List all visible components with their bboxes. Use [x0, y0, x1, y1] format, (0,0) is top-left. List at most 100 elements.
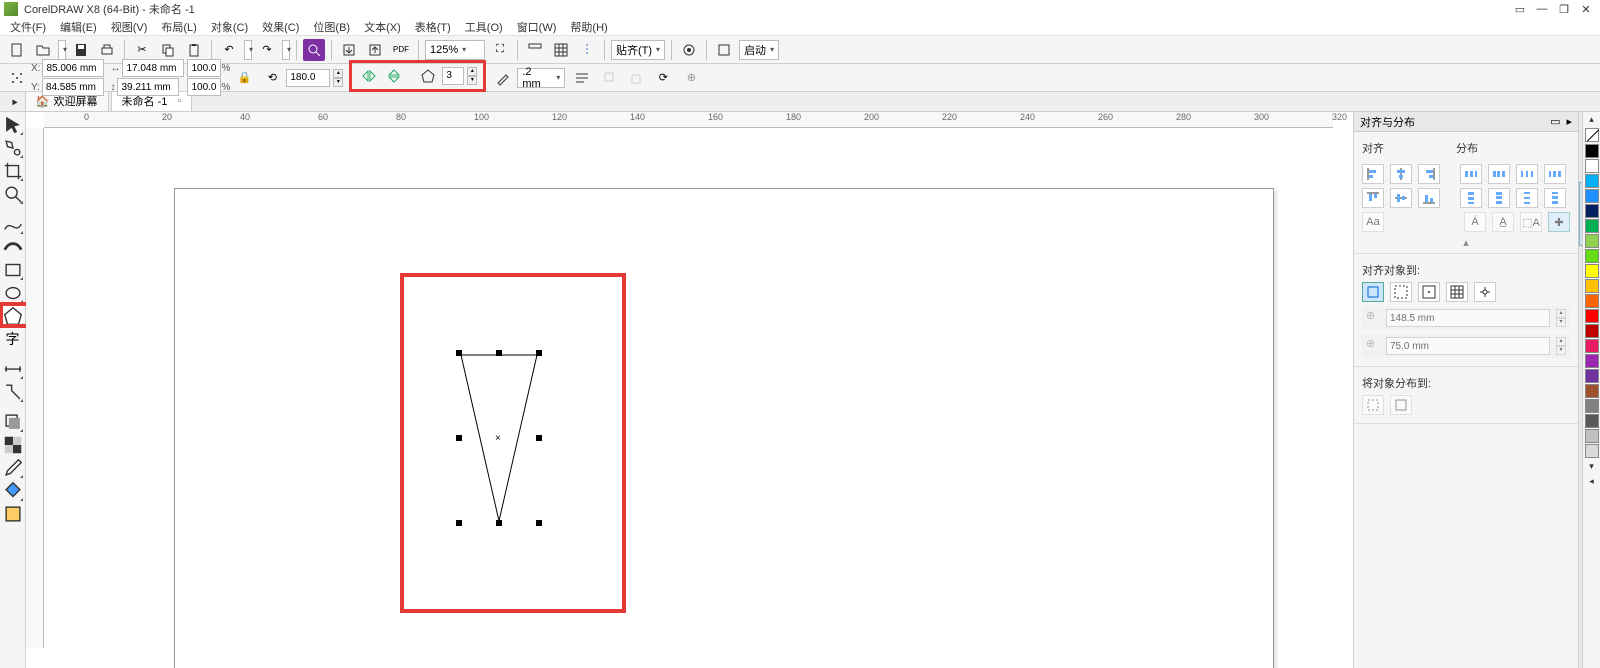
scale-y-field[interactable] — [187, 78, 221, 96]
text-tool[interactable]: 字 — [2, 328, 24, 350]
color-swatch[interactable] — [1585, 189, 1599, 203]
options-button[interactable] — [678, 39, 700, 61]
align-x-field[interactable] — [1386, 309, 1550, 327]
minimize-button[interactable]: — — [1532, 2, 1552, 16]
wrap-text-button[interactable] — [571, 67, 593, 89]
color-swatch[interactable] — [1585, 429, 1599, 443]
text-outline-button[interactable]: A̲ — [1492, 212, 1514, 232]
undo-button[interactable]: ↶ — [218, 39, 240, 61]
search-content-button[interactable] — [303, 39, 325, 61]
back-of-layer-button[interactable] — [624, 67, 646, 89]
artistic-media-tool[interactable] — [2, 236, 24, 258]
dist-left-button[interactable] — [1460, 164, 1482, 184]
horizontal-ruler[interactable]: 0204060801001201401601802002202402602803… — [44, 112, 1333, 128]
import-button[interactable] — [338, 39, 360, 61]
dist-spacing-v-button[interactable] — [1516, 188, 1538, 208]
front-of-layer-button[interactable] — [599, 67, 621, 89]
dist-to-selection-button[interactable] — [1362, 395, 1384, 415]
drop-shadow-tool[interactable] — [2, 411, 24, 433]
rectangle-tool[interactable] — [2, 259, 24, 281]
sides-spinner[interactable]: ▴▾ — [467, 67, 477, 85]
align-to-grid-button[interactable] — [1446, 282, 1468, 302]
dist-center-v-button[interactable] — [1488, 188, 1510, 208]
align-bottom-button[interactable] — [1418, 188, 1440, 208]
zoom-tool[interactable] — [2, 183, 24, 205]
align-to-page-center-button[interactable] — [1418, 282, 1440, 302]
color-swatch[interactable] — [1585, 354, 1599, 368]
shape-tool[interactable] — [2, 137, 24, 159]
text-align-button-1[interactable]: Aa — [1362, 212, 1384, 232]
docker-expand-icon[interactable]: ▭ — [1550, 115, 1560, 128]
color-swatch[interactable] — [1585, 399, 1599, 413]
align-top-button[interactable] — [1362, 188, 1384, 208]
menu-view[interactable]: 视图(V) — [105, 19, 154, 35]
mirror-horizontal-button[interactable] — [358, 65, 380, 87]
text-baseline-button[interactable]: Ȧ — [1464, 212, 1486, 232]
show-rulers-button[interactable] — [524, 39, 546, 61]
color-swatch[interactable] — [1585, 324, 1599, 338]
tab-close-icon[interactable]: ▫ — [177, 95, 181, 107]
color-swatch[interactable] — [1585, 144, 1599, 158]
zoom-level-dropdown[interactable]: 125%▾ — [425, 40, 485, 60]
color-swatch[interactable] — [1585, 204, 1599, 218]
dist-spacing-h-button[interactable] — [1516, 164, 1538, 184]
color-swatch[interactable] — [1585, 219, 1599, 233]
dist-to-page-button[interactable] — [1390, 395, 1412, 415]
color-swatch[interactable] — [1585, 444, 1599, 458]
interactive-fill-tool[interactable] — [2, 480, 24, 502]
color-swatch[interactable] — [1585, 339, 1599, 353]
cut-button[interactable]: ✂ — [131, 39, 153, 61]
align-y-field[interactable] — [1386, 337, 1550, 355]
dimension-tool[interactable] — [2, 358, 24, 380]
show-guidelines-button[interactable] — [576, 39, 598, 61]
full-screen-button[interactable]: ⛶ — [489, 39, 511, 61]
menu-object[interactable]: 对象(C) — [205, 19, 254, 35]
copy-button[interactable] — [157, 39, 179, 61]
color-swatch[interactable] — [1585, 234, 1599, 248]
menu-tools[interactable]: 工具(O) — [459, 19, 509, 35]
rotation-field[interactable] — [286, 69, 330, 87]
color-swatch[interactable] — [1585, 414, 1599, 428]
menu-layout[interactable]: 布局(L) — [155, 19, 202, 35]
launch-dropdown[interactable]: 启动▾ — [739, 40, 779, 60]
width-field[interactable] — [122, 59, 184, 77]
print-button[interactable] — [96, 39, 118, 61]
dist-center-h-button[interactable] — [1488, 164, 1510, 184]
mirror-vertical-button[interactable] — [383, 65, 405, 87]
align-center-v-button[interactable] — [1390, 188, 1412, 208]
quick-customize-button[interactable]: ⊕ — [680, 67, 702, 89]
freehand-tool[interactable] — [2, 213, 24, 235]
align-center-h-button[interactable] — [1390, 164, 1412, 184]
y-position-field[interactable] — [42, 78, 104, 96]
vertical-ruler[interactable] — [26, 128, 44, 648]
snap-dropdown[interactable]: 贴齐(T)▾ — [611, 40, 665, 60]
color-swatch[interactable] — [1585, 159, 1599, 173]
drawing-canvas[interactable]: × — [44, 128, 1333, 648]
docker-title-bar[interactable]: 对齐与分布 ▭▸ — [1354, 112, 1578, 132]
menu-bitmap[interactable]: 位图(B) — [307, 19, 356, 35]
export-button[interactable] — [364, 39, 386, 61]
convert-to-curves-button[interactable]: ⟳ — [652, 67, 674, 89]
menu-table[interactable]: 表格(T) — [409, 19, 457, 35]
color-swatch[interactable] — [1585, 369, 1599, 383]
dist-bottom-button[interactable] — [1544, 188, 1566, 208]
align-left-button[interactable] — [1362, 164, 1384, 184]
close-button[interactable]: ✕ — [1576, 2, 1596, 16]
menu-help[interactable]: 帮助(H) — [564, 19, 613, 35]
home-icon[interactable]: ⯈ — [4, 98, 25, 111]
app-launcher-icon[interactable] — [713, 39, 735, 61]
redo-button[interactable]: ↷ — [256, 39, 278, 61]
connector-tool[interactable] — [2, 381, 24, 403]
redo-dropdown[interactable]: ▾ — [282, 40, 290, 60]
color-swatch[interactable] — [1585, 174, 1599, 188]
undo-dropdown[interactable]: ▾ — [244, 40, 252, 60]
color-swatch[interactable] — [1585, 249, 1599, 263]
selected-polygon[interactable]: × — [459, 353, 539, 523]
menu-file[interactable]: 文件(F) — [4, 19, 52, 35]
transparency-tool[interactable] — [2, 434, 24, 456]
publish-pdf-button[interactable]: PDF — [390, 39, 412, 61]
color-swatch[interactable] — [1585, 384, 1599, 398]
scale-x-field[interactable] — [187, 59, 221, 77]
color-swatch[interactable] — [1585, 279, 1599, 293]
outline-width-dropdown[interactable]: .2 mm▾ — [517, 68, 565, 88]
